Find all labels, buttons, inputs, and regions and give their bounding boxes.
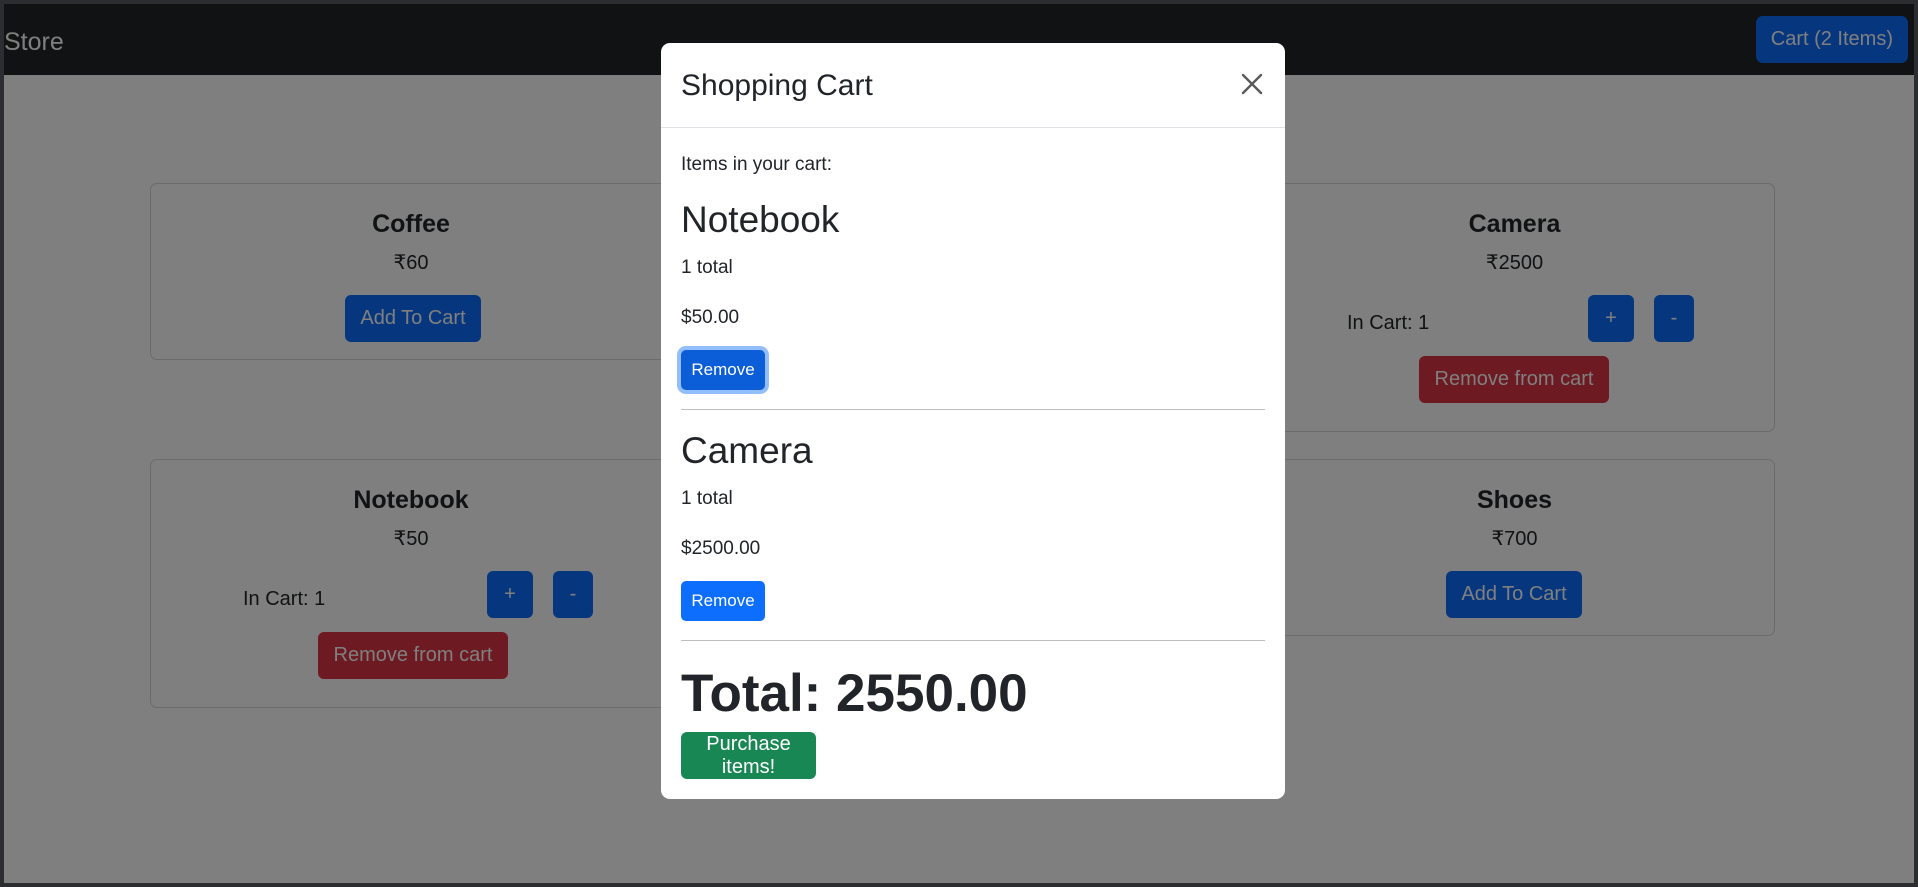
cart-item-quantity: 1 total bbox=[681, 488, 733, 509]
item-divider bbox=[681, 640, 1265, 641]
browser-viewport: Store Cart (2 Items) Coffee ₹60 Add To C… bbox=[0, 0, 1918, 887]
item-divider bbox=[681, 409, 1265, 410]
cart-intro-text: Items in your cart: bbox=[681, 154, 832, 175]
remove-item-button[interactable]: Remove bbox=[681, 581, 765, 621]
modal-title: Shopping Cart bbox=[681, 69, 873, 102]
close-icon[interactable] bbox=[1237, 69, 1267, 99]
remove-item-button[interactable]: Remove bbox=[681, 350, 765, 390]
shopping-cart-modal: Shopping Cart Items in your cart: Notebo… bbox=[661, 43, 1285, 799]
cart-item-price: $2500.00 bbox=[681, 538, 761, 559]
cart-item-name: Notebook bbox=[681, 199, 840, 240]
cart-item-name: Camera bbox=[681, 430, 813, 471]
cart-total: Total: 2550.00 bbox=[681, 664, 1028, 723]
modal-header: Shopping Cart bbox=[661, 43, 1285, 128]
purchase-items-button[interactable]: Purchase items! bbox=[681, 732, 816, 779]
cart-item-price: $50.00 bbox=[681, 307, 740, 328]
cart-item-quantity: 1 total bbox=[681, 257, 733, 278]
